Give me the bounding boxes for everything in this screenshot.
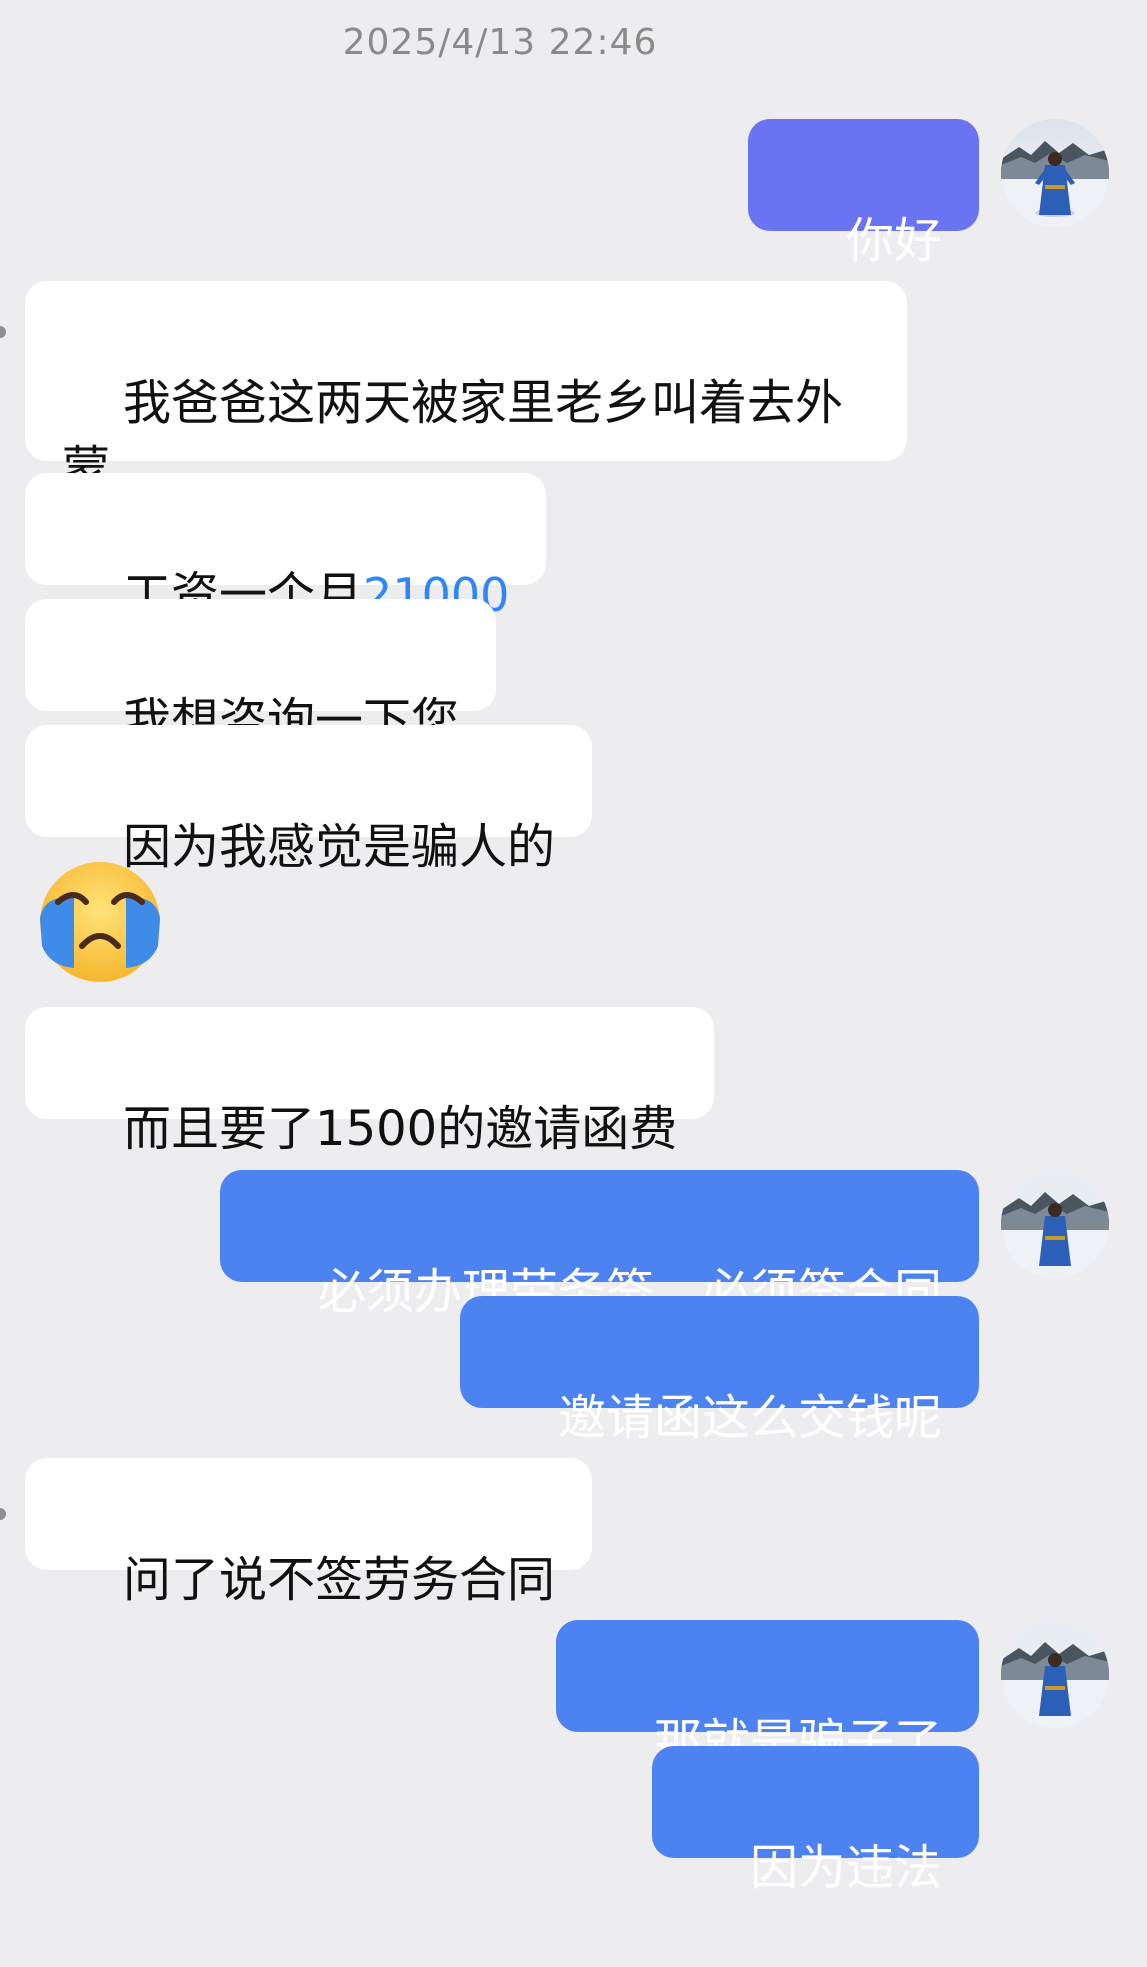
- message-bubble-outgoing[interactable]: 必须办理劳务签，必须签合同: [219, 1170, 979, 1320]
- emoji-message[interactable]: [30, 858, 170, 988]
- chat-area[interactable]: 2025/4/13 22:46 你好 我爸爸这两天被家里老乡叫着去外蒙 工资一个…: [0, 0, 1147, 1901]
- message-text: 而且要了1500的邀请函费: [123, 1101, 678, 1157]
- loudly-crying-face-icon: [40, 862, 160, 982]
- message-bubble-incoming[interactable]: 因为我感觉是骗人的: [25, 725, 593, 875]
- message-bubble-incoming[interactable]: 工资一个月21000: [25, 473, 547, 623]
- message-text: 因为违法: [749, 1840, 942, 1896]
- message-text: 邀请函这么交钱呢: [557, 1390, 942, 1446]
- message-bubble-outgoing[interactable]: 你好: [747, 119, 979, 269]
- avatar[interactable]: [1001, 1620, 1109, 1728]
- message-text: 问了说不签劳务合同: [123, 1552, 556, 1608]
- message-text: 你好: [845, 213, 942, 269]
- timestamp: 2025/4/13 22:46: [342, 22, 658, 63]
- message-text: 因为我感觉是骗人的: [123, 819, 556, 875]
- message-bubble-incoming[interactable]: 我想咨询一下您: [25, 599, 497, 749]
- user-avatar-icon: [1001, 119, 1109, 227]
- message-bubble-outgoing[interactable]: 那就是骗子了: [555, 1620, 979, 1770]
- unread-indicator: [0, 1508, 6, 1520]
- message-bubble-outgoing[interactable]: 邀请函这么交钱呢: [459, 1296, 979, 1446]
- message-bubble-incoming[interactable]: 问了说不签劳务合同: [25, 1458, 593, 1608]
- message-bubble-outgoing[interactable]: 因为违法: [651, 1746, 979, 1896]
- user-avatar-icon: [1001, 1620, 1109, 1728]
- unread-indicator: [0, 326, 6, 338]
- message-bubble-incoming[interactable]: 我爸爸这两天被家里老乡叫着去外蒙 打工做电焊: [25, 281, 907, 563]
- avatar[interactable]: [1001, 119, 1109, 227]
- user-avatar-icon: [1001, 1170, 1109, 1278]
- avatar[interactable]: [1001, 1170, 1109, 1278]
- message-bubble-incoming[interactable]: 而且要了1500的邀请函费: [25, 1007, 715, 1157]
